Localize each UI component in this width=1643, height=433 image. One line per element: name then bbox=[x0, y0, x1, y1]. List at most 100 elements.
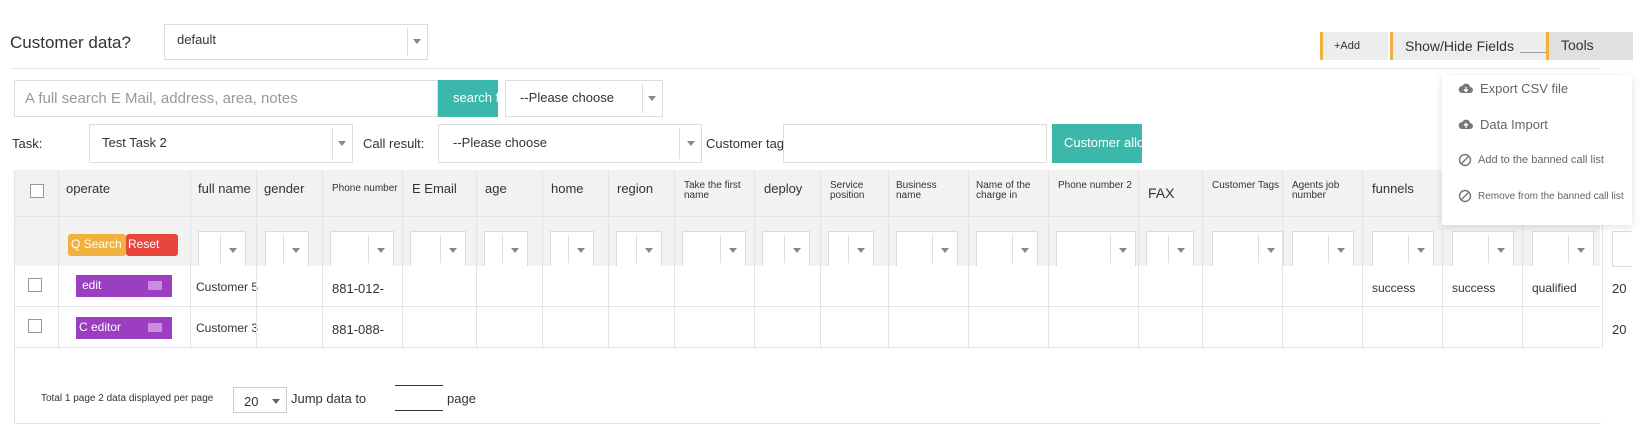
search-button-label: search f bbox=[453, 90, 498, 105]
cloud-upload-icon bbox=[1458, 119, 1473, 129]
filter-select-col20[interactable] bbox=[1532, 231, 1594, 267]
filter-select-phone-number[interactable] bbox=[330, 231, 394, 267]
column-divider bbox=[1282, 170, 1283, 349]
menu-item-label: Data Import bbox=[1480, 117, 1548, 132]
filter-select-home[interactable] bbox=[550, 231, 594, 267]
view-select[interactable]: default bbox=[164, 24, 428, 60]
menu-item-label: Add to the banned call list bbox=[1478, 154, 1604, 166]
col-header-phone-number: Phone number bbox=[332, 183, 398, 194]
column-divider bbox=[1048, 170, 1049, 349]
task-label: Task: bbox=[12, 136, 43, 151]
filter-select-take-first-name[interactable] bbox=[682, 231, 746, 267]
tools-button-label: Tools bbox=[1561, 37, 1594, 53]
col-header-deploy: deploy bbox=[764, 181, 803, 196]
cloud-download-icon bbox=[1458, 83, 1473, 93]
column-divider bbox=[322, 170, 323, 349]
filter-select-col19[interactable] bbox=[1452, 231, 1514, 267]
column-divider bbox=[1362, 170, 1363, 349]
filter-select-customer-tags[interactable] bbox=[1212, 231, 1284, 267]
filter-select-age[interactable] bbox=[484, 231, 528, 267]
jump-text: Jump data to bbox=[291, 391, 367, 406]
filter-select-business-name[interactable] bbox=[896, 231, 958, 267]
col-header-service-position: Service position bbox=[830, 180, 865, 201]
menu-item-label: Export CSV file bbox=[1480, 81, 1569, 96]
column-divider bbox=[968, 170, 969, 349]
column-divider bbox=[402, 170, 403, 349]
table-reset-label: Reset bbox=[128, 237, 160, 251]
chevron-down-icon bbox=[338, 140, 346, 146]
column-divider bbox=[190, 170, 191, 349]
task-select-value: Test Task 2 bbox=[102, 135, 167, 150]
column-divider bbox=[674, 170, 675, 349]
column-divider bbox=[754, 170, 755, 349]
page-input[interactable] bbox=[395, 385, 443, 411]
menu-item-remove-banned[interactable]: Remove from the banned call list bbox=[1458, 189, 1624, 203]
cell-col19: success bbox=[1452, 281, 1496, 295]
show-hide-fields-label: Show/Hide Fields bbox=[1405, 38, 1514, 54]
filter-select-funnels[interactable] bbox=[1372, 231, 1434, 267]
row-checkbox[interactable] bbox=[28, 319, 42, 333]
cell-col20: qualified bbox=[1532, 281, 1577, 295]
total-text: Total 1 page 2 data displayed per page bbox=[41, 393, 214, 404]
col-header-home: home bbox=[551, 181, 584, 196]
menu-item-export-csv[interactable]: Export CSV file bbox=[1458, 81, 1568, 96]
add-button[interactable]: +Add bbox=[1320, 32, 1388, 60]
per-page-select[interactable]: 20 bbox=[233, 387, 287, 413]
customer-tags-input[interactable] bbox=[783, 124, 1047, 163]
cell-phone: 881-088- bbox=[332, 322, 385, 337]
dropdown-chevron-icon bbox=[148, 281, 162, 290]
column-divider bbox=[888, 170, 889, 349]
chevron-down-icon bbox=[648, 95, 656, 101]
filter-select-service-position[interactable] bbox=[828, 231, 874, 267]
editor-button-label: C editor bbox=[79, 320, 122, 334]
tools-button[interactable]: Tools bbox=[1546, 32, 1633, 60]
col-header-funnels: funnels bbox=[1372, 181, 1414, 196]
filter-select-gender[interactable] bbox=[265, 231, 309, 267]
menu-item-add-banned[interactable]: Add to the banned call list bbox=[1458, 153, 1604, 167]
customer-allocate-label: Customer allo bbox=[1064, 135, 1142, 150]
filter-select-region[interactable] bbox=[616, 231, 662, 267]
per-page-value: 20 bbox=[244, 394, 259, 409]
search-input[interactable]: A full search E Mail, address, area, not… bbox=[14, 80, 438, 117]
search-field-select[interactable]: --Please choose bbox=[505, 80, 663, 117]
col-header-age: age bbox=[485, 181, 507, 196]
customer-allocate-button[interactable]: Customer allo bbox=[1052, 124, 1142, 163]
menu-item-data-import[interactable]: Data Import bbox=[1458, 117, 1548, 132]
filter-select-email[interactable] bbox=[410, 231, 466, 267]
call-result-select[interactable]: --Please choose bbox=[438, 124, 702, 163]
filter-select-full-name[interactable] bbox=[198, 231, 246, 267]
view-select-value: default bbox=[177, 32, 217, 47]
table-reset-button[interactable]: Reset bbox=[126, 234, 178, 256]
filter-select-fax[interactable] bbox=[1146, 231, 1194, 267]
edit-button[interactable]: edit bbox=[76, 275, 172, 297]
page-title: Customer data? bbox=[10, 33, 131, 52]
filter-select-agents-job-number[interactable] bbox=[1292, 231, 1354, 267]
col-header-business-name: Business name bbox=[896, 180, 937, 201]
ban-icon bbox=[1458, 189, 1472, 203]
cell-funnels: success bbox=[1372, 281, 1416, 295]
cell-full-name: Customer 3 bbox=[196, 321, 259, 335]
filter-select-col21[interactable] bbox=[1612, 231, 1632, 267]
table-footer: Total 1 page 2 data displayed per page 2… bbox=[14, 349, 1601, 424]
table-search-button[interactable]: Q Search bbox=[68, 234, 126, 256]
select-all-checkbox[interactable] bbox=[30, 184, 44, 198]
column-divider bbox=[256, 170, 257, 349]
table-search-label: Q Search bbox=[71, 237, 122, 251]
col-header-full-name: full name bbox=[198, 181, 251, 196]
cell-col21: 20 bbox=[1612, 322, 1627, 337]
filter-select-deploy[interactable] bbox=[762, 231, 810, 267]
editor-button[interactable]: C editor bbox=[76, 317, 172, 339]
search-field-select-value: --Please choose bbox=[520, 90, 614, 105]
filter-select-phone-number-2[interactable] bbox=[1056, 231, 1136, 267]
task-select[interactable]: Test Task 2 bbox=[89, 124, 353, 163]
menu-item-label: Remove from the banned call list bbox=[1478, 190, 1624, 202]
page-text: page bbox=[447, 391, 476, 406]
search-button[interactable]: search f bbox=[438, 80, 498, 117]
col-header-region: region bbox=[617, 181, 654, 196]
chevron-down-icon bbox=[687, 140, 695, 146]
call-result-select-value: --Please choose bbox=[453, 135, 547, 150]
filter-select-name-of-charge[interactable] bbox=[976, 231, 1038, 267]
col-header-take-first-name: Take the first name bbox=[684, 180, 741, 201]
call-result-label: Call result: bbox=[363, 136, 425, 151]
row-checkbox[interactable] bbox=[28, 278, 42, 292]
